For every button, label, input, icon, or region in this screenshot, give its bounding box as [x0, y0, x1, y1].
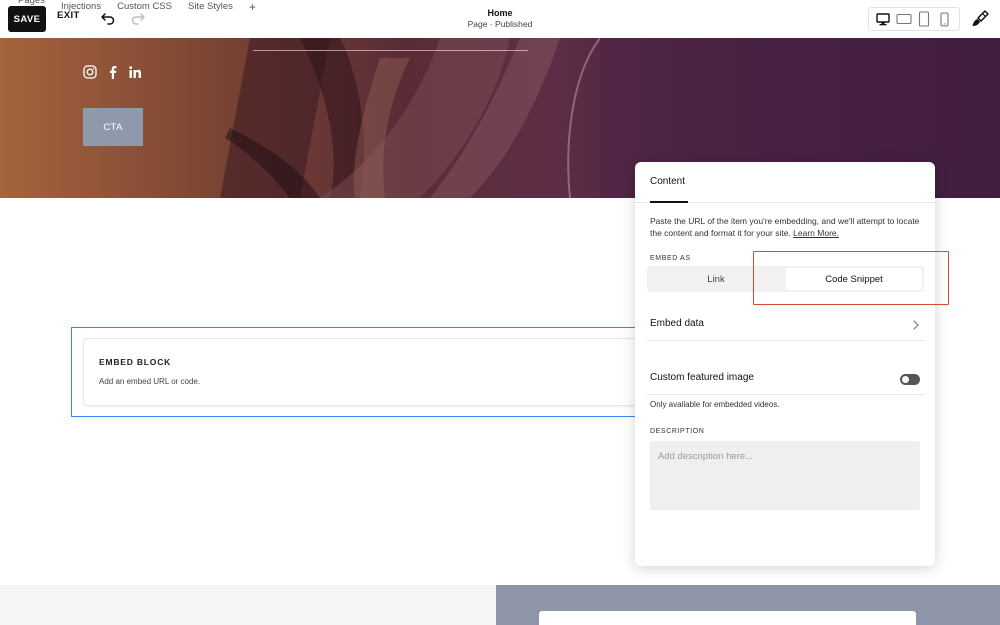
instagram-icon[interactable] — [83, 65, 97, 79]
chevron-right-icon — [913, 320, 919, 330]
mobile-icon[interactable] — [936, 10, 954, 28]
panel-description-text: Paste the URL of the item you're embeddi… — [650, 216, 920, 238]
active-tab-indicator — [650, 201, 688, 203]
row-divider — [647, 340, 924, 341]
embed-as-label: EMBED AS — [650, 255, 691, 262]
redo-icon[interactable] — [130, 10, 146, 26]
editor-toolbar: Pages Injections Custom CSS Site Styles … — [0, 0, 1000, 38]
device-preview-switcher — [868, 7, 960, 31]
tablet-portrait-icon[interactable] — [915, 10, 933, 28]
learn-more-link[interactable]: Learn More. — [793, 228, 839, 238]
lower-section-left — [0, 585, 496, 625]
page-status: Page · Published — [467, 19, 533, 29]
row-divider — [647, 394, 924, 395]
facebook-icon[interactable] — [106, 65, 120, 79]
paintbrush-icon[interactable] — [970, 9, 990, 29]
embed-block[interactable]: EMBED BLOCK Add an embed URL or code. — [84, 339, 684, 405]
exit-button[interactable]: EXIT — [57, 10, 80, 21]
panel-description: Paste the URL of the item you're embeddi… — [650, 215, 920, 239]
custom-featured-image-note: Only available for embedded videos. — [650, 400, 780, 409]
description-field[interactable] — [650, 441, 920, 510]
page-title: Home — [487, 8, 513, 18]
hero-divider-line — [253, 50, 528, 51]
desktop-icon[interactable] — [874, 10, 892, 28]
tab-content[interactable]: Content — [650, 176, 685, 187]
embed-data-row[interactable]: Embed data — [650, 318, 922, 332]
add-tab-button[interactable]: + — [249, 0, 256, 14]
description-label: DESCRIPTION — [650, 428, 705, 435]
cta-button[interactable]: CTA — [83, 108, 143, 146]
lower-section-card — [539, 611, 916, 625]
annotation-highlight-box — [753, 251, 949, 305]
save-button[interactable]: SAVE — [8, 6, 46, 32]
tablet-landscape-icon[interactable] — [895, 10, 913, 28]
embed-data-label: Embed data — [650, 318, 704, 329]
undo-icon[interactable] — [100, 10, 116, 26]
embed-block-title: EMBED BLOCK — [99, 357, 172, 367]
linkedin-icon[interactable] — [128, 65, 142, 79]
custom-featured-image-label: Custom featured image — [650, 372, 754, 383]
embed-content-panel: Content Paste the URL of the item you're… — [635, 162, 949, 566]
embed-block-hint: Add an embed URL or code. — [99, 377, 201, 386]
tab-site-styles[interactable]: Site Styles — [188, 0, 233, 14]
custom-featured-image-toggle[interactable] — [900, 374, 920, 385]
